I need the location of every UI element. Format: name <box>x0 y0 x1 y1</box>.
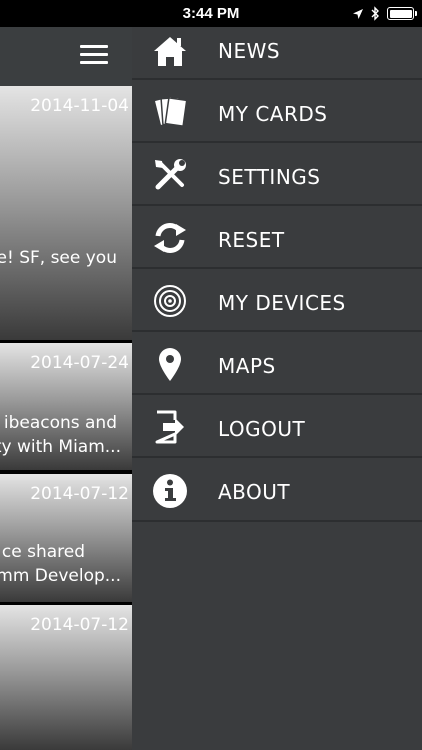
menu-item-my-cards[interactable]: MY CARDS <box>132 80 422 143</box>
info-icon <box>150 473 190 509</box>
location-arrow-icon <box>353 8 363 19</box>
menu-item-maps[interactable]: MAPS <box>132 332 422 395</box>
news-date: 2014-07-24 <box>30 353 129 373</box>
menu-label: RESET <box>218 228 285 252</box>
news-header <box>0 27 132 86</box>
cards-icon <box>150 94 190 130</box>
menu-label: ABOUT <box>218 480 291 504</box>
news-list: 2014-11-04 e! SF, see you 2014-07-24 ibe… <box>0 86 132 750</box>
hamburger-menu-icon[interactable] <box>80 45 108 67</box>
news-card[interactable]: 2014-07-12 ce shared mm Develop... <box>0 474 132 602</box>
menu-item-news[interactable]: NEWS <box>132 27 422 80</box>
menu-label: NEWS <box>218 39 281 63</box>
home-icon <box>150 33 190 69</box>
status-icons <box>352 6 417 21</box>
news-date: 2014-07-12 <box>30 484 129 504</box>
beacon-icon <box>150 283 190 319</box>
menu-label: MY CARDS <box>218 102 328 126</box>
map-pin-icon <box>150 346 190 382</box>
menu-label: MY DEVICES <box>218 291 346 315</box>
news-text: e! SF, see you <box>0 248 117 268</box>
news-card[interactable]: 2014-11-04 e! SF, see you <box>0 86 132 340</box>
news-text: mm Develop... <box>0 566 121 586</box>
menu-item-about[interactable]: ABOUT <box>132 458 422 522</box>
menu-item-logout[interactable]: LOGOUT <box>132 395 422 458</box>
logout-icon <box>150 409 190 445</box>
menu-label: SETTINGS <box>218 165 321 189</box>
menu-item-settings[interactable]: SETTINGS <box>132 143 422 206</box>
tools-icon <box>150 157 190 193</box>
status-bar: 3:44 PM <box>0 0 422 27</box>
menu-item-reset[interactable]: RESET <box>132 206 422 269</box>
news-text: ibeacons and <box>3 413 117 433</box>
menu-label: MAPS <box>218 354 276 378</box>
news-date: 2014-07-12 <box>30 615 129 635</box>
news-text: ce shared <box>1 542 85 562</box>
side-menu: NEWS MY CARDS SETTINGS RESET MY DEVICES … <box>132 27 422 750</box>
news-text: ty with Miam... <box>0 437 121 457</box>
refresh-icon <box>150 220 190 256</box>
menu-item-my-devices[interactable]: MY DEVICES <box>132 269 422 332</box>
menu-label: LOGOUT <box>218 417 306 441</box>
news-card[interactable]: 2014-07-24 ibeacons and ty with Miam... <box>0 343 132 470</box>
battery-icon <box>387 7 417 20</box>
bluetooth-icon <box>371 6 379 21</box>
news-date: 2014-11-04 <box>30 96 129 116</box>
news-card[interactable]: 2014-07-12 <box>0 605 132 750</box>
